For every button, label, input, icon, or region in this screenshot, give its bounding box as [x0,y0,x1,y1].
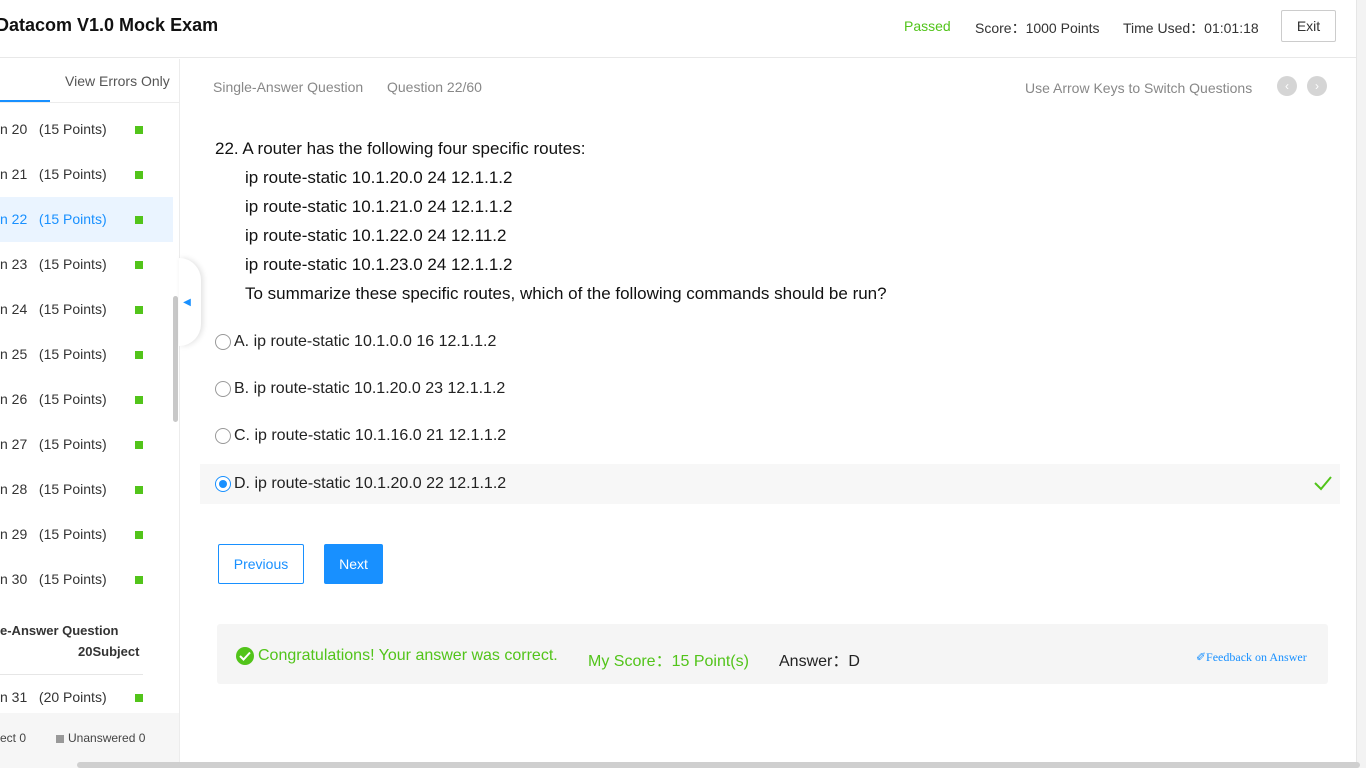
question-item-label: n 21 (15 Points) [0,166,107,182]
question-item-label: n 28 (15 Points) [0,481,107,497]
answered-indicator [135,306,143,314]
question-item-label: n 23 (15 Points) [0,256,107,272]
question-panel: Single-Answer Question Question 22/60 Us… [181,59,1356,768]
question-item-label: n 22 (15 Points) [0,211,107,227]
answered-indicator [135,171,143,179]
question-list-item[interactable]: n 26 (15 Points) [0,377,173,422]
chevron-left-icon: ‹ [1285,79,1289,93]
route-line: ip route-static 10.1.22.0 24 12.11.2 [245,226,507,245]
tab-view-errors-only[interactable]: View Errors Only [65,73,170,89]
option-d[interactable]: D. ip route-static 10.1.20.0 22 12.1.1.2 [200,464,1340,504]
question-list: n 20 (15 Points) n 21 (15 Points) n 22 (… [0,107,173,602]
tab-all-indicator[interactable] [0,100,50,102]
answer-result-panel: Congratulations! Your answer was correct… [217,624,1328,684]
question-list-item[interactable]: n 25 (15 Points) [0,332,173,377]
exam-score: Score：1000 Points [975,20,1100,36]
answered-indicator [135,441,143,449]
answered-indicator [135,694,143,702]
check-circle-icon [236,647,254,665]
question-stem-prompt: To summarize these specific routes, whic… [245,284,887,303]
question-item-label: n 26 (15 Points) [0,391,107,407]
route-line: ip route-static 10.1.21.0 24 12.1.1.2 [245,197,513,216]
answered-indicator [135,126,143,134]
top-header: Datacom V1.0 Mock Exam Passed Score：1000… [0,0,1366,58]
previous-button[interactable]: Previous [218,544,304,584]
question-stem: 22. A router has the following four spec… [215,134,887,308]
route-line: ip route-static 10.1.23.0 24 12.1.1.2 [245,255,513,274]
sidebar-tabs: View Errors Only [0,59,179,103]
answered-indicator [135,531,143,539]
answered-indicator [135,261,143,269]
question-list-item[interactable]: n 23 (15 Points) [0,242,173,287]
exit-button[interactable]: Exit [1281,10,1336,42]
question-item-label: n 30 (15 Points) [0,571,107,587]
option-c[interactable]: C. ip route-static 10.1.16.0 21 12.1.1.2 [200,416,1340,456]
unanswered-swatch [56,734,64,743]
question-list-item-current[interactable]: n 22 (15 Points) [0,197,173,242]
answered-indicator [135,351,143,359]
my-score: My Score：15 Point(s) [588,653,749,670]
question-list-item[interactable]: n 27 (15 Points) [0,422,173,467]
answered-indicator [135,396,143,404]
section-title: e-Answer Question [0,623,119,638]
question-type: Single-Answer Question [213,79,364,95]
option-label: D. ip route-static 10.1.20.0 22 12.1.1.2 [234,475,507,492]
legend-unanswered-label: Unanswered 0 [68,731,146,745]
correct-answer: Answer：D [779,653,860,670]
radio-button[interactable] [215,381,231,397]
option-label: B. ip route-static 10.1.20.0 23 12.1.1.2 [234,380,506,397]
feedback-link[interactable]: ✐Feedback on Answer [1196,650,1307,665]
question-list-item[interactable]: n 30 (15 Points) [0,557,173,602]
sidebar-scrollbar[interactable] [173,296,178,422]
question-sidebar: View Errors Only n 20 (15 Points) n 21 (… [0,59,180,768]
prev-question-arrow[interactable]: ‹ [1277,76,1297,96]
question-list-item[interactable]: n 29 (15 Points) [0,512,173,557]
legend-correct: ect 0 [0,731,27,745]
question-list-item[interactable]: n 21 (15 Points) [0,152,173,197]
radio-button-checked[interactable] [215,476,231,492]
question-item-label: n 31 (20 Points) [0,689,107,705]
exam-status: Passed [904,18,951,34]
page-title: Datacom V1.0 Mock Exam [0,15,219,35]
radio-button[interactable] [215,428,231,444]
question-item-label: n 27 (15 Points) [0,436,107,452]
question-number: Question 22/60 [387,79,482,95]
result-message: Congratulations! Your answer was correct… [258,647,558,664]
answered-indicator [135,576,143,584]
legend-unanswered: Unanswered 0 [56,731,145,745]
question-item-label: n 29 (15 Points) [0,526,107,542]
question-item-label: n 24 (15 Points) [0,301,107,317]
radio-button[interactable] [215,334,231,350]
time-used: Time Used：01:01:18 [1123,20,1259,36]
keyboard-hint: Use Arrow Keys to Switch Questions [1025,80,1253,96]
sidebar-legend: ect 0 Unanswered 0 [0,713,179,768]
option-b[interactable]: B. ip route-static 10.1.20.0 23 12.1.1.2 [200,369,1340,409]
answered-indicator [135,486,143,494]
question-stem-intro: 22. A router has the following four spec… [215,139,586,158]
question-item-label: n 25 (15 Points) [0,346,107,362]
next-button[interactable]: Next [324,544,383,584]
question-list-item[interactable]: n 24 (15 Points) [0,287,173,332]
chevron-right-icon: › [1315,79,1319,93]
checkmark-icon [1314,476,1332,491]
option-label: C. ip route-static 10.1.16.0 21 12.1.1.2 [234,427,507,444]
question-item-label: n 20 (15 Points) [0,121,107,137]
question-list-item[interactable]: n 28 (15 Points) [0,467,173,512]
question-list-item[interactable]: n 20 (15 Points) [0,107,173,152]
next-question-arrow[interactable]: › [1307,76,1327,96]
horizontal-scrollbar[interactable] [77,762,1360,768]
vertical-scrollbar-track[interactable] [1356,0,1366,768]
option-label: A. ip route-static 10.1.0.0 16 12.1.1.2 [234,333,497,350]
option-a[interactable]: A. ip route-static 10.1.0.0 16 12.1.1.2 [200,322,1340,362]
route-line: ip route-static 10.1.20.0 24 12.1.1.2 [245,168,513,187]
answered-indicator [135,216,143,224]
section-subtitle: 20Subject [78,644,140,659]
